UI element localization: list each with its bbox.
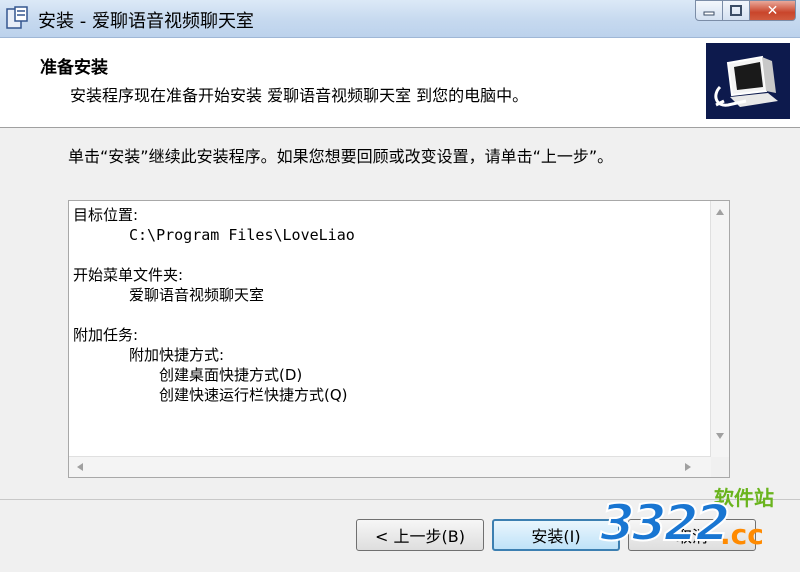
minimize-button[interactable] (695, 0, 723, 21)
scroll-up-icon[interactable] (716, 209, 724, 215)
watermark-domain: .cc (720, 518, 764, 551)
page-title: 准备安装 (40, 58, 108, 78)
wizard-header: 准备安装 安装程序现在准备开始安装 爱聊语音视频聊天室 到您的电脑中。 (0, 38, 800, 128)
settings-summary-box[interactable]: 目标位置: C:\Program Files\LoveLiao 开始菜单文件夹: 爱聊… (68, 200, 730, 478)
tasks-group: 附加快捷方式: (129, 346, 225, 364)
task-desktop-shortcut: 创建桌面快捷方式(D) (159, 366, 303, 384)
task-quicklaunch-shortcut: 创建快速运行栏快捷方式(Q) (159, 386, 348, 404)
dest-path: C:\Program Files\LoveLiao (129, 226, 355, 244)
computer-install-icon (706, 43, 790, 119)
scrollbar-corner (711, 457, 729, 477)
startmenu-value: 爱聊语音视频聊天室 (129, 286, 265, 304)
maximize-icon (730, 5, 742, 16)
site-watermark: 软件站 3322 .cc (599, 480, 790, 560)
maximize-button[interactable] (723, 0, 750, 21)
vertical-scrollbar[interactable] (710, 201, 729, 457)
page-description: 安装程序现在准备开始安装 爱聊语音视频聊天室 到您的电脑中。 (70, 86, 529, 105)
horizontal-scrollbar[interactable] (69, 456, 711, 477)
scroll-right-icon[interactable] (685, 463, 691, 471)
watermark-number: 3322 (599, 493, 731, 553)
scroll-down-icon[interactable] (716, 433, 724, 439)
minimize-icon (703, 11, 715, 15)
dest-label: 目标位置: (73, 206, 139, 224)
back-button[interactable]: < 上一步(B) (356, 519, 484, 551)
window-title: 安装 - 爱聊语音视频聊天室 (38, 11, 254, 32)
close-icon: ✕ (766, 2, 779, 19)
summary-text: 目标位置: C:\Program Files\LoveLiao 开始菜单文件夹: 爱聊… (73, 205, 703, 405)
startmenu-label: 开始菜单文件夹: (73, 266, 184, 284)
close-button[interactable]: ✕ (750, 0, 796, 21)
scroll-left-icon[interactable] (77, 463, 83, 471)
tasks-label: 附加任务: (73, 326, 139, 344)
installer-app-icon (6, 6, 28, 29)
instruction-text: 单击“安装”继续此安装程序。如果您想要回顾或改变设置，请单击“上一步”。 (68, 147, 614, 166)
window-controls: ✕ (695, 0, 796, 22)
title-bar[interactable]: 安装 - 爱聊语音视频聊天室 ✕ (0, 0, 800, 38)
